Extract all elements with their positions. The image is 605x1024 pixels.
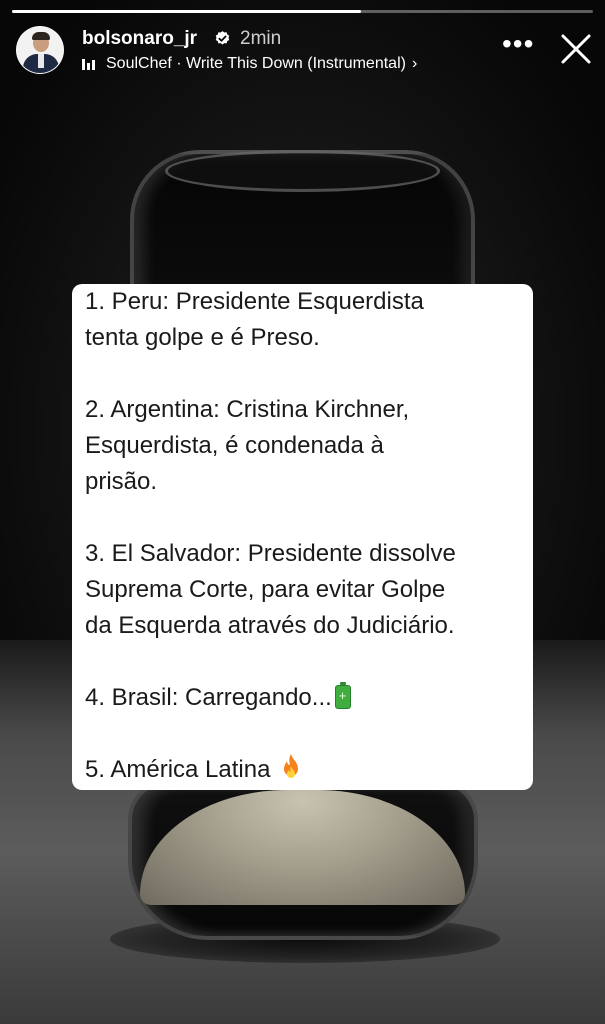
- music-bars-icon: [82, 58, 96, 70]
- avatar[interactable]: [16, 26, 64, 74]
- verified-badge-icon: [215, 31, 230, 45]
- avatar-hair: [32, 32, 50, 40]
- battery-icon: +: [334, 682, 352, 710]
- list-item-2-line-3: prisão.: [85, 468, 158, 495]
- list-item-5-text: 5. América Latina: [85, 756, 271, 783]
- story-header: bolsonaro_jr 2min SoulChef · Write This …: [16, 26, 596, 76]
- list-item-3-line-1: 3. El Salvador: Presidente dissolve: [85, 540, 456, 567]
- list-item-2-line-1: 2. Argentina: Cristina Kirchner,: [85, 396, 410, 423]
- list-item-4: 4. Brasil: Carregando... +: [85, 680, 521, 716]
- post-time: 2min: [240, 28, 282, 49]
- story-progress-fill: [12, 10, 361, 13]
- more-icon[interactable]: •••: [502, 30, 533, 60]
- list-item-1-line-1: 1. Peru: Presidente Esquerdista: [85, 288, 424, 315]
- music-track-label: SoulChef · Write This Down (Instrumental…: [106, 55, 406, 72]
- music-attribution[interactable]: SoulChef · Write This Down (Instrumental…: [82, 54, 417, 74]
- close-icon[interactable]: [559, 32, 593, 66]
- story-progress-bar: [12, 10, 593, 13]
- text-sticker-card: 1. Peru: Presidente Esquerdista tenta go…: [72, 284, 533, 790]
- list-item-5: 5. América Latina: [85, 752, 521, 788]
- list-item-2-line-2: Esquerdista, é condenada à: [85, 432, 384, 459]
- list-item-3-line-2: Suprema Corte, para evitar Golpe: [85, 576, 446, 603]
- list-item-4-text: 4. Brasil: Carregando...: [85, 684, 332, 711]
- avatar-shirt: [38, 54, 44, 68]
- fire-icon: [284, 754, 299, 778]
- chevron-right-icon: ›: [411, 55, 418, 72]
- story-view[interactable]: bolsonaro_jr 2min SoulChef · Write This …: [0, 0, 605, 1024]
- list-item-1-line-2: tenta golpe e é Preso.: [85, 324, 320, 351]
- list-item-3-line-3: da Esquerda através do Judiciário.: [85, 612, 455, 639]
- hourglass-top-rim: [165, 150, 440, 192]
- username[interactable]: bolsonaro_jr: [82, 28, 197, 50]
